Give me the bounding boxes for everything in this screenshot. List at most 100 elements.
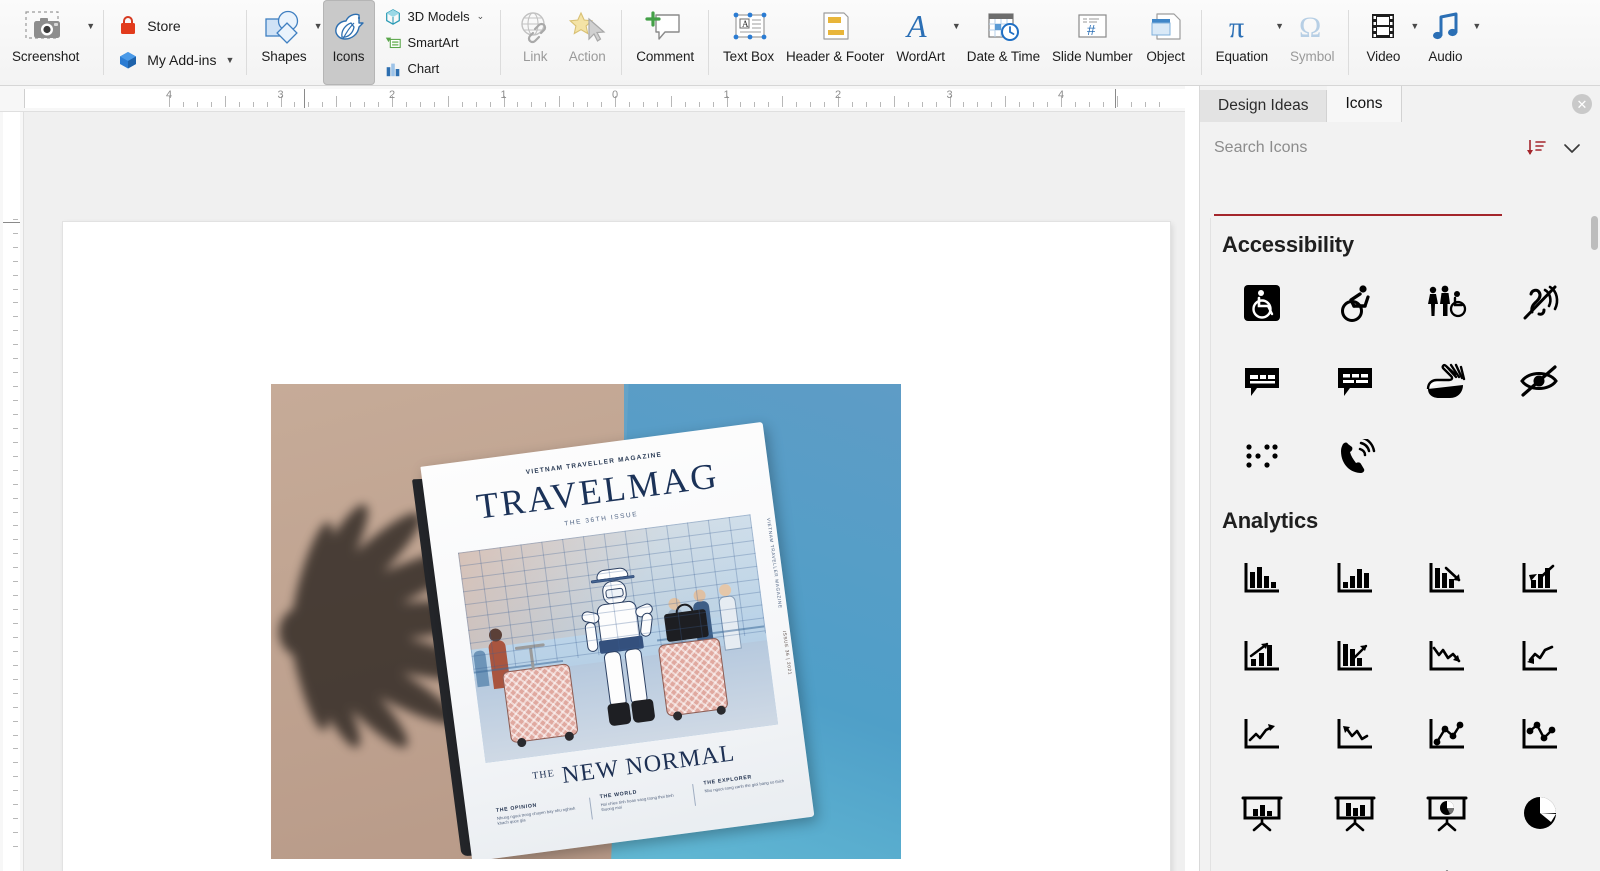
scrollbar-thumb[interactable] — [1591, 216, 1598, 250]
ruler-tick — [1033, 102, 1035, 107]
vruler-tick — [13, 302, 18, 304]
presentation-column-chart-icon[interactable] — [1309, 778, 1402, 848]
icons-pane-scrollbar[interactable] — [1589, 158, 1600, 871]
my-addins-button[interactable]: My Add-ins ▼ — [110, 45, 240, 75]
bar-chart-icon[interactable] — [1216, 544, 1309, 614]
equation-dropdown-caret[interactable]: ▼ — [1275, 22, 1284, 31]
tab-design-ideas[interactable]: Design Ideas — [1200, 90, 1328, 122]
shapes-button[interactable]: Shapes — [255, 0, 312, 67]
illustrations-small-items: 3D Models ⌄ SmartArt Chart — [375, 0, 493, 85]
vruler-tick — [13, 636, 18, 638]
line-chart-down-icon[interactable] — [1401, 622, 1494, 692]
target-dart-icon[interactable] — [1309, 856, 1402, 871]
object-button[interactable]: Object — [1139, 0, 1193, 85]
bar-chart-up-arrow-icon[interactable] — [1494, 544, 1587, 614]
my-addins-dropdown-caret[interactable]: ▼ — [225, 55, 234, 65]
travel-magazine-photo[interactable]: VIETNAM TRAVELLER MAGAZINE TRAVELMAG THE… — [271, 384, 901, 859]
venn-diagram-icon[interactable] — [1216, 856, 1309, 871]
vertical-ruler[interactable] — [0, 112, 24, 871]
closed-caption-lines-icon[interactable] — [1309, 346, 1402, 416]
comment-button[interactable]: Comment — [630, 0, 700, 85]
slide-canvas[interactable]: VIETNAM TRAVELLER MAGAZINE TRAVELMAG THE… — [24, 112, 1185, 871]
ruler-tick — [1130, 102, 1132, 107]
screenshot-dropdown-caret[interactable]: ▼ — [86, 22, 95, 31]
svg-text:Ω: Ω — [1299, 11, 1321, 44]
ruler-tick — [740, 102, 742, 107]
ribbon-separator — [103, 10, 105, 75]
bar-chart-growth-arrow-icon[interactable] — [1216, 622, 1309, 692]
scatter-line-chart-icon[interactable] — [1401, 700, 1494, 770]
accessible-group-icon[interactable] — [1401, 268, 1494, 338]
magazine-feature-the: THE — [531, 768, 556, 782]
ribbon-group-addins: Store My Add-ins ▼ — [106, 0, 244, 85]
tab-icons[interactable]: Icons — [1327, 86, 1402, 122]
crosshair-target-icon[interactable] — [1401, 856, 1494, 871]
action-button[interactable]: Action — [561, 0, 613, 85]
presentation-bar-chart-icon[interactable] — [1216, 778, 1309, 848]
sort-descending-icon[interactable] — [1522, 134, 1550, 162]
icons-button[interactable]: Icons — [322, 0, 375, 85]
bar-chart-down-arrow-icon[interactable] — [1401, 544, 1494, 614]
hearing-impaired-icon[interactable] — [1494, 268, 1587, 338]
horizontal-ruler[interactable]: 4 3 2 1 0 1 2 3 4 — [0, 86, 1185, 112]
text-box-button[interactable]: A Text Box — [717, 0, 780, 85]
scatter-points-chart-icon[interactable] — [1494, 700, 1587, 770]
link-button[interactable]: Link — [509, 0, 561, 85]
video-dropdown-caret[interactable]: ▼ — [1410, 22, 1419, 31]
audio-button[interactable]: Audio — [1419, 0, 1471, 67]
header-footer-button[interactable]: Header & Footer — [780, 0, 890, 85]
ribbon-insert-tab: Screenshot ▼ Store My Add-ins ▼ Shapes ▼… — [0, 0, 1600, 86]
braille-dots-icon[interactable] — [1216, 424, 1309, 494]
gauge-speedometer-icon[interactable] — [1494, 856, 1587, 871]
video-film-icon — [1363, 5, 1403, 49]
slide-number-button[interactable]: # Slide Number — [1046, 0, 1139, 85]
smartart-button[interactable]: SmartArt — [379, 32, 489, 54]
tty-phone-icon[interactable] — [1309, 424, 1402, 494]
3d-models-button[interactable]: 3D Models ⌄ — [379, 6, 489, 28]
figure-left-boot — [607, 701, 632, 727]
shapes-dropdown-caret[interactable]: ▼ — [314, 22, 323, 31]
vruler-tick — [13, 386, 18, 388]
closed-caption-icon[interactable] — [1216, 346, 1309, 416]
icons-scroll-area[interactable]: Accessibility Analytics — [1210, 218, 1592, 871]
sign-language-hands-icon[interactable] — [1401, 346, 1494, 416]
wordart-dropdown-caret[interactable]: ▼ — [952, 22, 961, 31]
slide-number-icon: # — [1071, 5, 1113, 49]
slide-surface[interactable]: VIETNAM TRAVELLER MAGAZINE TRAVELMAG THE… — [63, 222, 1170, 871]
vision-impaired-icon[interactable] — [1494, 346, 1587, 416]
wheelchair-sports-icon[interactable] — [1309, 268, 1402, 338]
line-chart-up-arrow-icon[interactable] — [1216, 700, 1309, 770]
date-time-button[interactable]: Date & Time — [961, 0, 1046, 85]
presentation-pie-chart-icon[interactable] — [1401, 778, 1494, 848]
search-input[interactable] — [1214, 131, 1514, 165]
store-button[interactable]: Store — [110, 11, 240, 41]
vruler-tick — [13, 441, 18, 443]
line-chart-decline-icon[interactable] — [1309, 700, 1402, 770]
chart-icon — [383, 59, 403, 79]
shapes-icon — [263, 5, 305, 49]
wordart-button[interactable]: A WordArt — [890, 0, 951, 67]
chart-button[interactable]: Chart — [379, 58, 489, 80]
vruler-tick — [13, 400, 18, 401]
screenshot-button[interactable]: Screenshot — [6, 0, 85, 67]
ruler-tick — [879, 102, 881, 107]
video-button[interactable]: Video — [1357, 0, 1409, 67]
header-footer-label: Header & Footer — [786, 49, 885, 64]
ribbon-separator — [1348, 10, 1350, 75]
3d-models-dropdown-caret[interactable]: ⌄ — [477, 11, 485, 22]
ruler-tick — [364, 102, 366, 107]
close-icon[interactable]: ✕ — [1572, 94, 1592, 114]
audio-dropdown-caret[interactable]: ▼ — [1472, 22, 1481, 31]
vruler-active-region — [3, 222, 20, 871]
bar-chart-rising-arrow-icon[interactable] — [1309, 622, 1402, 692]
ribbon-group-symbols: π Equation ▼ Ω Symbol — [1204, 0, 1347, 85]
shapes-label: Shapes — [261, 49, 307, 64]
equation-button[interactable]: π Equation — [1210, 0, 1275, 67]
chevron-down-icon[interactable] — [1558, 134, 1586, 162]
comment-icon — [643, 5, 687, 49]
wheelchair-sign-icon[interactable] — [1216, 268, 1309, 338]
line-chart-up-left-icon[interactable] — [1494, 622, 1587, 692]
symbol-button[interactable]: Ω Symbol — [1284, 0, 1340, 85]
bar-chart-ascending-icon[interactable] — [1309, 544, 1402, 614]
pie-chart-icon[interactable] — [1494, 778, 1587, 848]
